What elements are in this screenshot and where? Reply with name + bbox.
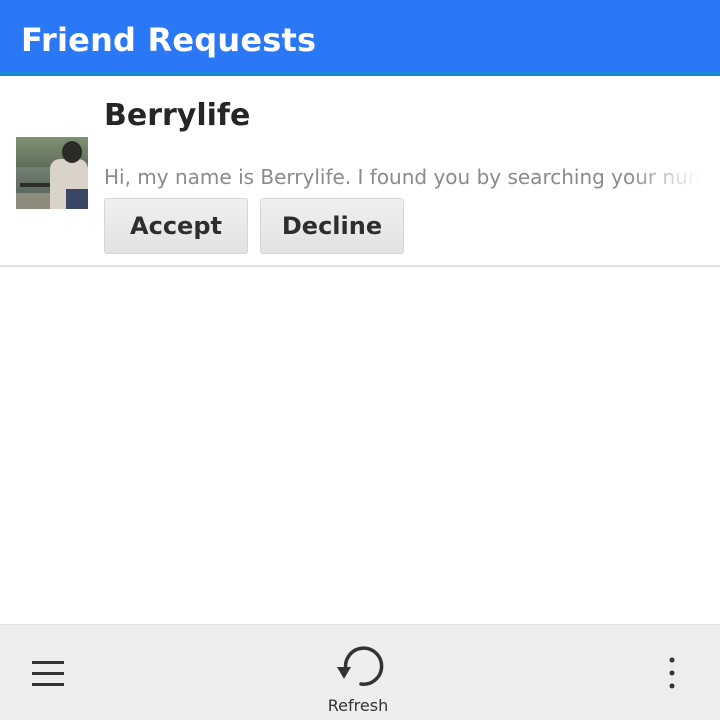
page-title: Friend Requests <box>21 21 317 59</box>
friend-request-item[interactable]: Berrylife Hi, my name is Berrylife. I fo… <box>0 80 720 267</box>
overflow-menu-icon <box>669 657 675 689</box>
overflow-menu-button[interactable] <box>652 651 692 695</box>
requester-name: Berrylife <box>104 98 251 133</box>
title-bar: Friend Requests <box>0 0 720 76</box>
action-bar: Refresh <box>0 624 720 720</box>
avatar <box>16 137 88 209</box>
refresh-label: Refresh <box>327 696 389 715</box>
refresh-icon <box>337 646 384 686</box>
hamburger-menu-icon <box>32 661 64 686</box>
menu-button[interactable] <box>24 651 72 695</box>
friend-requests-screen: Friend Requests Berrylife Hi, my name is… <box>0 0 720 720</box>
request-message: Hi, my name is Berrylife. I found you by… <box>104 165 700 189</box>
accept-button[interactable]: Accept <box>104 198 248 254</box>
refresh-button[interactable]: Refresh <box>310 635 406 719</box>
decline-button[interactable]: Decline <box>260 198 404 254</box>
